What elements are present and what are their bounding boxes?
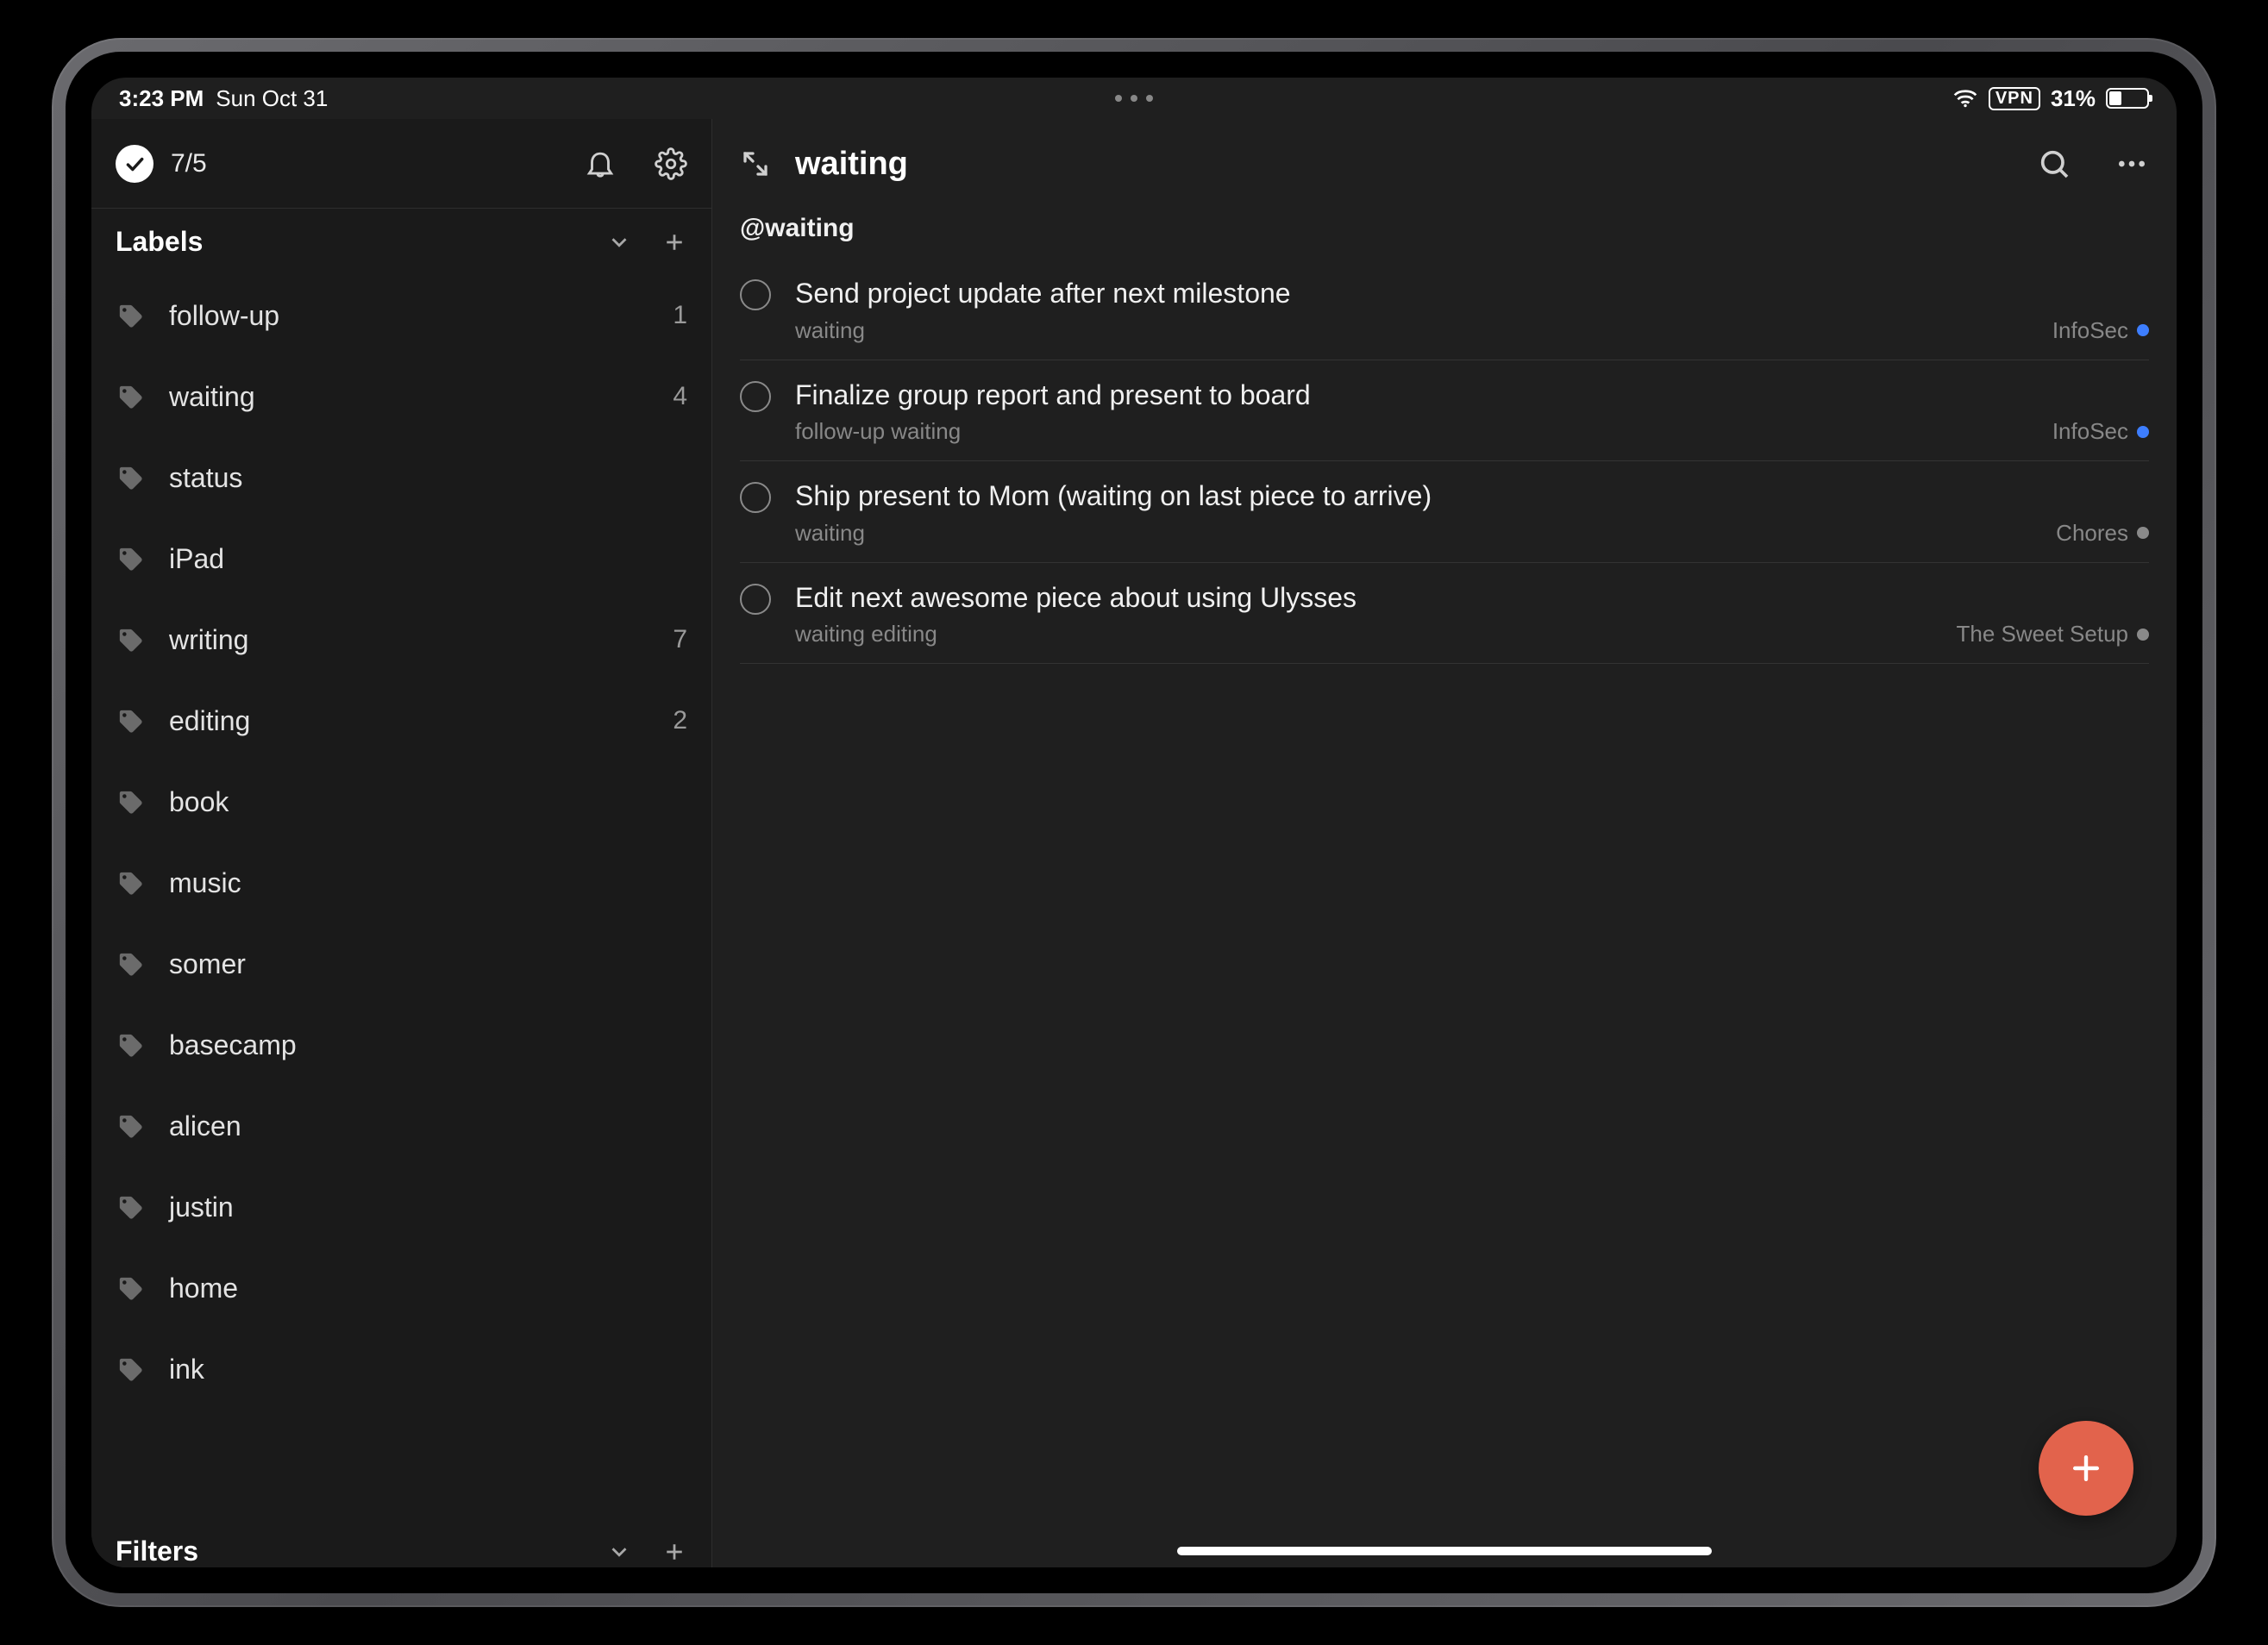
task-title: Edit next awesome piece about using Ulys…: [795, 580, 2149, 616]
task-checkbox[interactable]: [740, 279, 771, 310]
vpn-badge: VPN: [1989, 87, 2040, 110]
battery-icon: [2106, 88, 2149, 109]
label-name: book: [169, 786, 687, 818]
wifi-icon: [1952, 89, 1978, 108]
task-checkbox[interactable]: [740, 482, 771, 513]
labels-title: Labels: [116, 226, 203, 258]
add-label-icon[interactable]: [661, 229, 687, 255]
page-title: waiting: [795, 146, 908, 183]
label-count: 4: [673, 382, 687, 411]
label-name: ink: [169, 1354, 687, 1385]
sidebar-label-iPad[interactable]: iPad: [91, 518, 711, 599]
multitask-dots[interactable]: [1115, 95, 1153, 102]
today-count[interactable]: 7/5: [171, 149, 584, 178]
label-count: 7: [673, 625, 687, 654]
sidebar-label-book[interactable]: book: [91, 761, 711, 842]
label-name: status: [169, 462, 687, 494]
label-name: iPad: [169, 543, 687, 575]
label-name: music: [169, 867, 687, 899]
chevron-down-icon[interactable]: [606, 1539, 632, 1565]
notifications-icon[interactable]: [584, 147, 617, 180]
task-row[interactable]: Edit next awesome piece about using Ulys…: [740, 563, 2149, 665]
task-project: The Sweet Setup: [1957, 621, 2149, 647]
task-checkbox[interactable]: [740, 381, 771, 412]
filters-title: Filters: [116, 1536, 198, 1567]
sidebar-label-basecamp[interactable]: basecamp: [91, 1004, 711, 1085]
labels-section-header[interactable]: Labels: [91, 209, 711, 275]
expand-icon[interactable]: [740, 148, 771, 179]
task-list: @waiting Send project update after next …: [712, 209, 2177, 1567]
sidebar-top: 7/5: [91, 119, 711, 209]
label-name: waiting: [169, 381, 673, 413]
filters-section-header[interactable]: Filters: [91, 1515, 711, 1567]
sidebar-label-ink[interactable]: ink: [91, 1329, 711, 1410]
sidebar: 7/5 Labels: [91, 119, 712, 1567]
search-icon[interactable]: [2037, 147, 2071, 181]
task-title: Ship present to Mom (waiting on last pie…: [795, 478, 2149, 515]
main-panel: waiting @waiting Send project upd: [712, 119, 2177, 1567]
label-count: 1: [673, 301, 687, 330]
sidebar-label-writing[interactable]: writing7: [91, 599, 711, 680]
sidebar-label-home[interactable]: home: [91, 1248, 711, 1329]
task-row[interactable]: Send project update after next milestone…: [740, 259, 2149, 360]
task-labels: follow-up waiting: [795, 418, 961, 445]
label-name: alicen: [169, 1110, 687, 1142]
label-name: follow-up: [169, 300, 673, 332]
status-bar: 3:23 PM Sun Oct 31 VPN 31%: [91, 78, 2177, 119]
sidebar-label-waiting[interactable]: waiting4: [91, 356, 711, 437]
sidebar-label-music[interactable]: music: [91, 842, 711, 923]
sidebar-label-somer[interactable]: somer: [91, 923, 711, 1004]
status-time: 3:23 PM: [119, 85, 204, 112]
task-title: Finalize group report and present to boa…: [795, 378, 2149, 414]
label-name: home: [169, 1273, 687, 1304]
group-header: @waiting: [740, 209, 2149, 259]
add-task-fab[interactable]: [2039, 1421, 2133, 1516]
labels-list: follow-up1waiting4statusiPadwriting7edit…: [91, 275, 711, 1515]
label-name: writing: [169, 624, 673, 656]
chevron-down-icon[interactable]: [606, 229, 632, 255]
today-badge[interactable]: [116, 145, 153, 183]
task-checkbox[interactable]: [740, 584, 771, 615]
label-name: editing: [169, 705, 673, 737]
task-row[interactable]: Ship present to Mom (waiting on last pie…: [740, 461, 2149, 563]
task-labels: waiting: [795, 317, 865, 344]
sidebar-label-status[interactable]: status: [91, 437, 711, 518]
task-project: InfoSec: [2052, 317, 2149, 344]
sidebar-label-alicen[interactable]: alicen: [91, 1085, 711, 1167]
task-project: Chores: [2056, 520, 2149, 547]
sidebar-label-follow-up[interactable]: follow-up1: [91, 275, 711, 356]
task-labels: waiting: [795, 520, 865, 547]
sidebar-label-editing[interactable]: editing2: [91, 680, 711, 761]
add-filter-icon[interactable]: [661, 1539, 687, 1565]
task-title: Send project update after next milestone: [795, 276, 2149, 312]
label-name: somer: [169, 948, 687, 980]
sidebar-label-justin[interactable]: justin: [91, 1167, 711, 1248]
label-name: justin: [169, 1192, 687, 1223]
more-options-icon[interactable]: [2115, 147, 2149, 181]
task-project: InfoSec: [2052, 418, 2149, 445]
settings-gear-icon[interactable]: [655, 147, 687, 180]
status-date: Sun Oct 31: [216, 85, 328, 112]
task-row[interactable]: Finalize group report and present to boa…: [740, 360, 2149, 462]
label-count: 2: [673, 706, 687, 735]
main-header: waiting: [712, 119, 2177, 209]
battery-percent: 31%: [2051, 85, 2096, 112]
task-labels: waiting editing: [795, 621, 937, 647]
home-indicator[interactable]: [1177, 1547, 1712, 1555]
label-name: basecamp: [169, 1029, 687, 1061]
